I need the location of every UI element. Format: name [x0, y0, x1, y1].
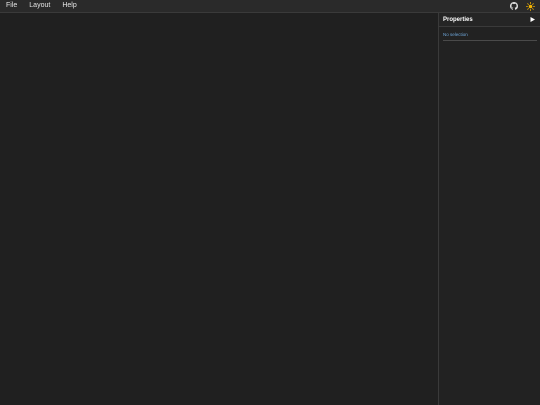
graph-canvas[interactable]	[0, 13, 438, 405]
triangle-right-icon[interactable]	[529, 17, 535, 23]
properties-panel-body: No selection	[439, 27, 540, 41]
properties-panel: Properties No selection	[438, 13, 540, 405]
properties-title: Properties	[443, 16, 473, 23]
no-selection-text: No selection	[443, 32, 537, 41]
menu-file[interactable]: File	[0, 0, 23, 12]
menubar-actions	[509, 1, 540, 11]
properties-panel-header: Properties	[439, 13, 540, 27]
sun-icon[interactable]	[525, 1, 535, 11]
app-window: File Layout Help Properties No selection	[0, 0, 540, 405]
menubar: File Layout Help	[0, 0, 540, 13]
github-icon[interactable]	[509, 1, 519, 11]
menu-layout[interactable]: Layout	[23, 0, 56, 12]
menu-help[interactable]: Help	[56, 0, 82, 12]
